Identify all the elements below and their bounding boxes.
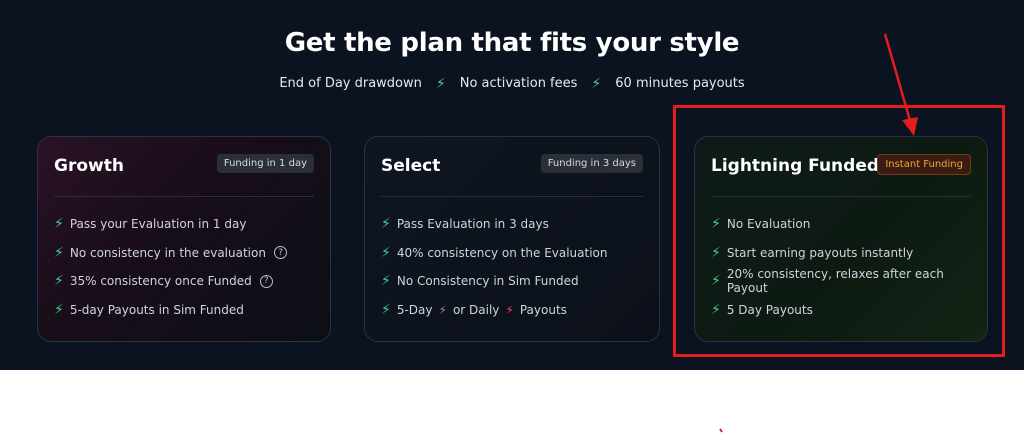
divider (381, 196, 643, 197)
plan-name: Lightning Funded (711, 156, 880, 176)
list-item: ⚡ Pass Evaluation in 3 days (381, 210, 649, 239)
pricing-section: Get the plan that fits your style End of… (0, 0, 1024, 370)
plan-card-lightning-funded[interactable]: Lightning Funded Instant Funding ⚡ No Ev… (694, 136, 988, 342)
feature-label: End of Day drawdown (279, 76, 422, 91)
bolt-icon: ⚡ (711, 273, 721, 290)
plan-name: Select (381, 156, 441, 176)
help-icon[interactable]: ? (259, 274, 273, 288)
funding-badge: Funding in 1 day (216, 154, 314, 173)
page-title: Get the plan that fits your style (284, 28, 740, 58)
list-item: ⚡ 5-Day ⚡ or Daily ⚡ Payouts (381, 296, 649, 325)
bolt-icon: ⚡ (505, 302, 514, 317)
plan-feature-list: ⚡ No Evaluation ⚡ Start earning payouts … (711, 210, 977, 324)
list-item-label: 20% consistency, relaxes after each Payo… (726, 267, 944, 296)
bolt-icon: ⚡ (438, 302, 447, 317)
bolt-icon: ⚡ (435, 75, 446, 92)
list-item-label: No Consistency in Sim Funded (396, 274, 579, 289)
plan-feature-list: ⚡ Pass your Evaluation in 1 day ⚡ No con… (54, 210, 320, 324)
help-icon[interactable]: ? (273, 246, 287, 260)
list-item: ⚡ No Evaluation (711, 210, 977, 239)
feature-label: 60 minutes payouts (615, 76, 745, 91)
bolt-icon: ⚡ (54, 301, 64, 318)
bolt-icon: ⚡ (54, 273, 64, 290)
list-item: ⚡ 35% consistency once Funded ? (54, 267, 320, 296)
list-item: ⚡ 5 Day Payouts (711, 296, 977, 325)
list-item-label: 5-Day (396, 302, 433, 317)
bolt-icon: ⚡ (381, 301, 391, 318)
list-item: ⚡ No Consistency in Sim Funded (381, 267, 649, 296)
feature-label: No activation fees (459, 76, 578, 91)
list-item-label: 5-day Payouts in Sim Funded (69, 302, 244, 317)
funding-badge: Instant Funding (877, 154, 971, 175)
bolt-icon: ⚡ (54, 244, 64, 261)
list-item-label: Pass your Evaluation in 1 day (69, 217, 247, 232)
list-item-label: 40% consistency on the Evaluation (396, 245, 608, 260)
list-item-label: Payouts (519, 302, 567, 317)
funding-badge: Funding in 3 days (540, 154, 643, 173)
list-item-label: or Daily (452, 302, 500, 317)
list-item: ⚡ No consistency in the evaluation ? (54, 239, 320, 268)
bolt-icon: ⚡ (381, 273, 391, 290)
list-item-label: Pass Evaluation in 3 days (396, 217, 549, 232)
bolt-icon: ⚡ (381, 216, 391, 233)
feature-strip: End of Day drawdown ⚡ No activation fees… (0, 76, 1024, 91)
list-item-label: 5 Day Payouts (726, 302, 813, 317)
plan-card-select[interactable]: Select Funding in 3 days ⚡ Pass Evaluati… (364, 136, 660, 342)
divider (711, 196, 971, 197)
list-item: ⚡ 5-day Payouts in Sim Funded (54, 296, 320, 325)
list-item: ⚡ 20% consistency, relaxes after each Pa… (711, 267, 977, 296)
list-item: ⚡ Start earning payouts instantly (711, 239, 977, 268)
bolt-icon: ⚡ (711, 301, 721, 318)
list-item-label: No Evaluation (726, 217, 811, 232)
list-item: ⚡ 40% consistency on the Evaluation (381, 239, 649, 268)
bolt-icon: ⚡ (711, 244, 721, 261)
list-item: ⚡ Pass your Evaluation in 1 day (54, 210, 320, 239)
plan-card-growth[interactable]: Growth Funding in 1 day ⚡ Pass your Eval… (37, 136, 331, 342)
bolt-icon: ⚡ (591, 75, 602, 92)
plan-name: Growth (54, 156, 124, 176)
list-item-label: Start earning payouts instantly (726, 245, 914, 260)
plan-feature-list: ⚡ Pass Evaluation in 3 days ⚡ 40% consis… (381, 210, 649, 324)
bolt-icon: ⚡ (711, 216, 721, 233)
bolt-icon: ⚡ (381, 244, 391, 261)
list-item-label: No consistency in the evaluation (69, 245, 266, 260)
divider (54, 196, 314, 197)
list-item-label: 35% consistency once Funded (69, 274, 252, 289)
bolt-icon: ⚡ (54, 216, 64, 233)
